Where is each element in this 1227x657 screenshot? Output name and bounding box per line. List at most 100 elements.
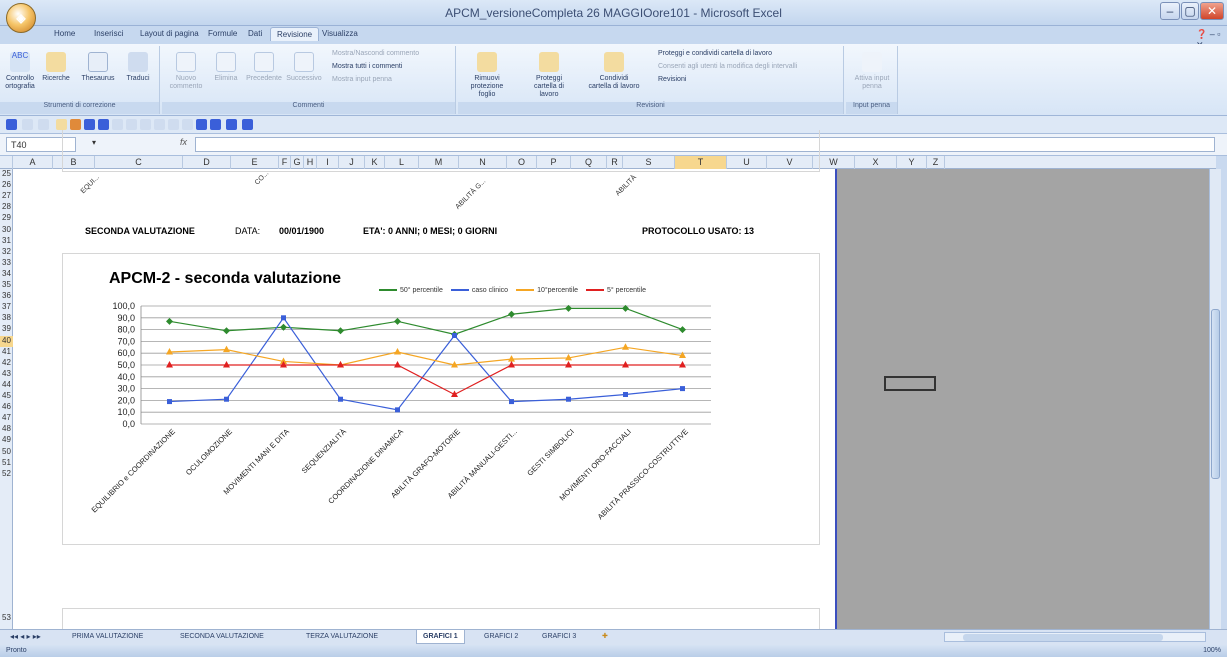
unprotect-sheet-button[interactable]: Rimuovi protezione foglio	[462, 52, 512, 99]
insert-sheet-icon[interactable]: ✚	[596, 630, 614, 644]
sheet-tab-grafici-1[interactable]: GRAFICI 1	[416, 630, 465, 644]
series-line	[169, 364, 683, 396]
row-header-39[interactable]: 39	[0, 324, 13, 333]
delete-comment-button[interactable]: Elimina	[206, 52, 246, 83]
row-header-25[interactable]: 25	[0, 169, 13, 178]
row-header-40[interactable]: 40	[0, 335, 13, 347]
column-header-Z[interactable]: Z	[927, 156, 945, 169]
row-header-50[interactable]: 50	[0, 447, 13, 456]
tab-layout[interactable]: Layout di pagina	[140, 29, 199, 38]
toolbar-icon[interactable]	[140, 119, 151, 130]
tab-home[interactable]: Home	[54, 29, 75, 38]
toolbar-icon[interactable]	[196, 119, 207, 130]
tab-revisione[interactable]: Revisione	[270, 27, 320, 41]
toolbar-icon[interactable]	[56, 119, 67, 130]
row-header-36[interactable]: 36	[0, 291, 13, 300]
toolbar-icon[interactable]	[242, 119, 253, 130]
row-header-45[interactable]: 45	[0, 391, 13, 400]
chart[interactable]: APCM-2 - seconda valutazione 50° percent…	[62, 253, 820, 545]
data-point	[395, 407, 400, 413]
sheet-tab-grafici-2[interactable]: GRAFICI 2	[478, 630, 524, 644]
maximize-button[interactable]: ▢	[1181, 2, 1199, 20]
row-header-46[interactable]: 46	[0, 402, 13, 411]
previous-comment-button[interactable]: Precedente	[244, 52, 284, 83]
toolbar-icon[interactable]	[182, 119, 193, 130]
toolbar-icon[interactable]	[210, 119, 221, 130]
row-header-26[interactable]: 26	[0, 180, 13, 189]
row-header-44[interactable]: 44	[0, 380, 13, 389]
row-header-52[interactable]: 52	[0, 469, 13, 478]
toolbar-icon[interactable]	[226, 119, 237, 130]
row-header-41[interactable]: 41	[0, 347, 13, 356]
undo-icon[interactable]	[22, 119, 33, 130]
row-header-31[interactable]: 31	[0, 236, 13, 245]
toolbar-icon[interactable]	[154, 119, 165, 130]
previous-chart[interactable]: EQUI... CO... ABILITÀ G... ABILITÀ	[62, 130, 820, 211]
vertical-scroll-thumb[interactable]	[1211, 309, 1220, 479]
toolbar-icon[interactable]	[70, 119, 81, 130]
share-workbook-button[interactable]: Condividi cartella di lavoro	[588, 52, 640, 91]
row-header-34[interactable]: 34	[0, 269, 13, 278]
row-header-30[interactable]: 30	[0, 225, 13, 234]
sheet-tab-terza[interactable]: TERZA VALUTAZIONE	[300, 630, 384, 644]
select-all-corner[interactable]	[0, 156, 13, 169]
show-ink[interactable]: Mostra input penna	[332, 76, 392, 83]
tab-formule[interactable]: Formule	[208, 29, 237, 38]
zoom-level[interactable]: 100%	[1203, 645, 1221, 657]
sheet-tab-prima[interactable]: PRIMA VALUTAZIONE	[66, 630, 149, 644]
x-tick-label: SEQUENZIALITÀ	[300, 427, 348, 475]
protect-workbook-button[interactable]: Proteggi cartella di lavoro	[524, 52, 574, 99]
redo-icon[interactable]	[38, 119, 49, 130]
toolbar-icon[interactable]	[168, 119, 179, 130]
tab-visualizza[interactable]: Visualizza	[322, 29, 358, 38]
translate-button[interactable]: Traduci	[118, 52, 158, 83]
vertical-scrollbar[interactable]	[1209, 169, 1221, 629]
horizontal-scrollbar[interactable]	[944, 632, 1206, 642]
toolbar-icon[interactable]	[84, 119, 95, 130]
next-comment-button[interactable]: Successivo	[284, 52, 324, 83]
row-header-47[interactable]: 47	[0, 413, 13, 422]
row-header-48[interactable]: 48	[0, 424, 13, 433]
row-header-38[interactable]: 38	[0, 313, 13, 322]
row-header-53[interactable]: 53	[0, 613, 13, 622]
tab-inserisci[interactable]: Inserisci	[94, 29, 123, 38]
new-comment-button[interactable]: Nuovo commento	[166, 52, 206, 91]
research-button[interactable]: Ricerche	[36, 52, 76, 83]
data-point	[679, 326, 686, 334]
toolbar-icon[interactable]	[126, 119, 137, 130]
row-header-32[interactable]: 32	[0, 247, 13, 256]
row-header-35[interactable]: 35	[0, 280, 13, 289]
save-icon[interactable]	[6, 119, 17, 130]
show-all-comments[interactable]: Mostra tutti i commenti	[332, 63, 402, 70]
tab-nav-arrows[interactable]: ◂◂ ◂ ▸ ▸▸	[4, 630, 47, 644]
row-header-43[interactable]: 43	[0, 369, 13, 378]
office-button[interactable]: ◈	[6, 3, 36, 33]
show-hide-comment[interactable]: Mostra/Nascondi commento	[332, 50, 419, 57]
row-header-28[interactable]: 28	[0, 202, 13, 211]
row-header-42[interactable]: 42	[0, 358, 13, 367]
column-header-A[interactable]: A	[13, 156, 53, 169]
column-header-Y[interactable]: Y	[897, 156, 927, 169]
row-header-33[interactable]: 33	[0, 258, 13, 267]
protect-share-workbook[interactable]: Proteggi e condividi cartella di lavoro	[658, 50, 772, 57]
close-button[interactable]: ✕	[1200, 2, 1224, 20]
sheet-tab-grafici-3[interactable]: GRAFICI 3	[536, 630, 582, 644]
allow-edit-ranges[interactable]: Consenti agli utenti la modifica degli i…	[658, 63, 797, 70]
row-header-49[interactable]: 49	[0, 435, 13, 444]
track-changes[interactable]: Revisioni	[658, 76, 686, 83]
row-header-37[interactable]: 37	[0, 302, 13, 311]
column-header-X[interactable]: X	[855, 156, 897, 169]
start-inking-button[interactable]: Attiva input penna	[850, 52, 894, 91]
toolbar-icon[interactable]	[112, 119, 123, 130]
sheet-tab-seconda[interactable]: SECONDA VALUTAZIONE	[174, 630, 270, 644]
minimize-button[interactable]: –	[1160, 2, 1180, 20]
spelling-button[interactable]: ABC Controllo ortografia	[0, 52, 40, 91]
row-header-27[interactable]: 27	[0, 191, 13, 200]
selected-cell[interactable]	[884, 376, 936, 391]
row-header-51[interactable]: 51	[0, 458, 13, 467]
thesaurus-button[interactable]: Thesaurus	[78, 52, 118, 83]
row-header-29[interactable]: 29	[0, 213, 13, 222]
horizontal-scroll-thumb[interactable]	[963, 634, 1163, 641]
tab-dati[interactable]: Dati	[248, 29, 262, 38]
toolbar-icon[interactable]	[98, 119, 109, 130]
